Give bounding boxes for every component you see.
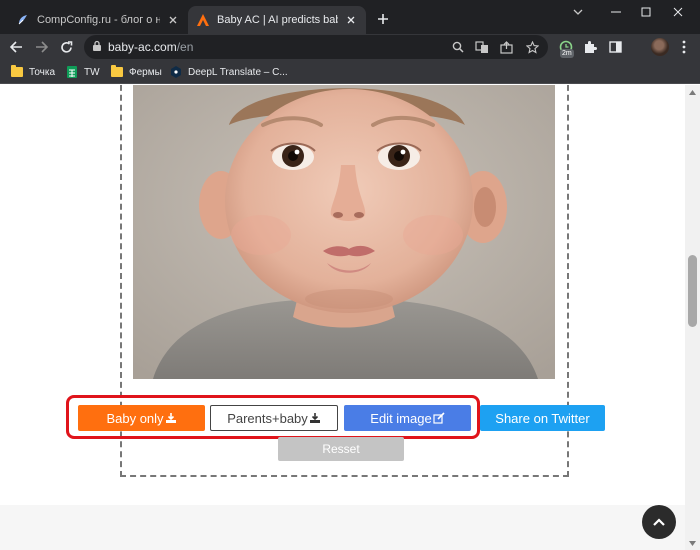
download-icon	[165, 413, 176, 423]
translate-icon[interactable]	[474, 39, 490, 55]
tab-search-button[interactable]	[566, 4, 590, 20]
share-twitter-button[interactable]: Share on Twitter	[480, 405, 605, 431]
arrow-left-icon	[9, 41, 22, 53]
chevron-up-icon	[653, 518, 665, 526]
arrow-up-icon	[689, 89, 696, 95]
edit-image-button[interactable]: Edit image	[344, 405, 471, 431]
menu-button[interactable]	[674, 37, 694, 57]
arrow-down-icon	[689, 540, 696, 546]
tab-title: CompConfig.ru - блог о настройке	[37, 14, 160, 26]
folder-icon	[11, 65, 23, 77]
share-icon[interactable]	[498, 39, 514, 55]
scrollbar-thumb[interactable]	[688, 255, 697, 327]
button-label: Resset	[322, 442, 360, 456]
bookmark-label: DeepL Translate – С...	[188, 66, 288, 78]
sheets-icon	[67, 66, 77, 78]
deepl-icon	[171, 66, 181, 78]
bookmark-tw[interactable]: TW	[66, 64, 100, 80]
baby-only-button[interactable]: Baby only	[78, 405, 205, 431]
scroll-up-arrow[interactable]	[688, 87, 697, 97]
url-path: /en	[176, 40, 194, 54]
back-button[interactable]	[6, 37, 26, 57]
minimize-button[interactable]	[604, 4, 628, 20]
folder-icon	[111, 65, 123, 77]
scroll-down-arrow[interactable]	[688, 538, 697, 548]
bookmark-label: Фермы	[129, 66, 162, 78]
button-label: Edit image	[370, 410, 432, 426]
kebab-menu-icon	[682, 40, 686, 54]
plus-icon	[378, 14, 388, 24]
reload-icon	[60, 40, 72, 53]
button-label: Baby only	[106, 410, 164, 426]
generated-baby-photo	[133, 85, 555, 379]
bookmark-star-icon[interactable]	[524, 39, 540, 55]
chevron-down-icon	[573, 9, 583, 15]
url-text[interactable]: baby-ac.com/en	[108, 40, 193, 54]
browser-toolbar: baby-ac.com/en 2m	[0, 34, 700, 60]
close-window-button[interactable]	[666, 4, 690, 20]
extensions-button[interactable]	[580, 37, 600, 57]
extension-badge: 2m	[560, 49, 574, 58]
close-tab-icon[interactable]	[344, 13, 358, 27]
scroll-to-top-button[interactable]	[642, 505, 676, 539]
forward-button[interactable]	[31, 37, 51, 57]
address-bar[interactable]: baby-ac.com/en	[84, 35, 548, 59]
avatar[interactable]	[651, 38, 669, 56]
search-icon[interactable]	[450, 39, 466, 55]
close-icon	[673, 7, 683, 17]
bookmark-tochka[interactable]: Точка	[11, 64, 55, 80]
close-tab-icon[interactable]	[166, 13, 180, 27]
sidebar-icon	[608, 41, 622, 53]
lock-icon[interactable]	[92, 40, 102, 52]
compconfig-favicon	[18, 15, 27, 25]
tab-title: Baby AC | AI predicts baby's face	[217, 14, 338, 26]
button-label: Parents+baby	[227, 410, 308, 426]
bookmark-deepl[interactable]: DeepL Translate – С...	[170, 64, 288, 80]
reading-list-button[interactable]	[605, 37, 625, 57]
reload-button[interactable]	[56, 37, 76, 57]
tab-compconfig[interactable]: CompConfig.ru - блог о настройке	[8, 6, 188, 34]
bookmark-label: Точка	[29, 66, 56, 78]
baby-face-image	[133, 85, 555, 379]
reset-button[interactable]: Resset	[278, 437, 404, 461]
bookmarks-bar: Точка TW Фермы DeepL Translate – С...	[0, 60, 700, 84]
tab-baby-ac[interactable]: Baby AC | AI predicts baby's face	[188, 6, 366, 34]
maximize-icon	[641, 7, 651, 17]
tab-strip: CompConfig.ru - блог о настройке Baby AC…	[0, 0, 700, 34]
url-host: baby-ac.com	[108, 40, 177, 54]
bookmark-fermy[interactable]: Фермы	[111, 64, 162, 80]
minimize-icon	[611, 11, 621, 13]
bookmark-label: TW	[84, 66, 100, 78]
arrow-right-icon	[35, 41, 48, 53]
page-content: Baby only Parents+baby Edit image Share …	[0, 85, 685, 550]
footer-section	[0, 505, 685, 550]
button-label: Share on Twitter	[495, 410, 590, 426]
maximize-button[interactable]	[634, 4, 658, 20]
baby-ac-favicon	[197, 14, 209, 26]
parents-baby-button[interactable]: Parents+baby	[210, 405, 338, 431]
download-icon	[309, 413, 320, 423]
puzzle-icon	[585, 41, 597, 53]
new-tab-button[interactable]	[374, 10, 392, 28]
edit-icon	[433, 412, 445, 424]
page-scrollbar[interactable]	[685, 85, 700, 550]
